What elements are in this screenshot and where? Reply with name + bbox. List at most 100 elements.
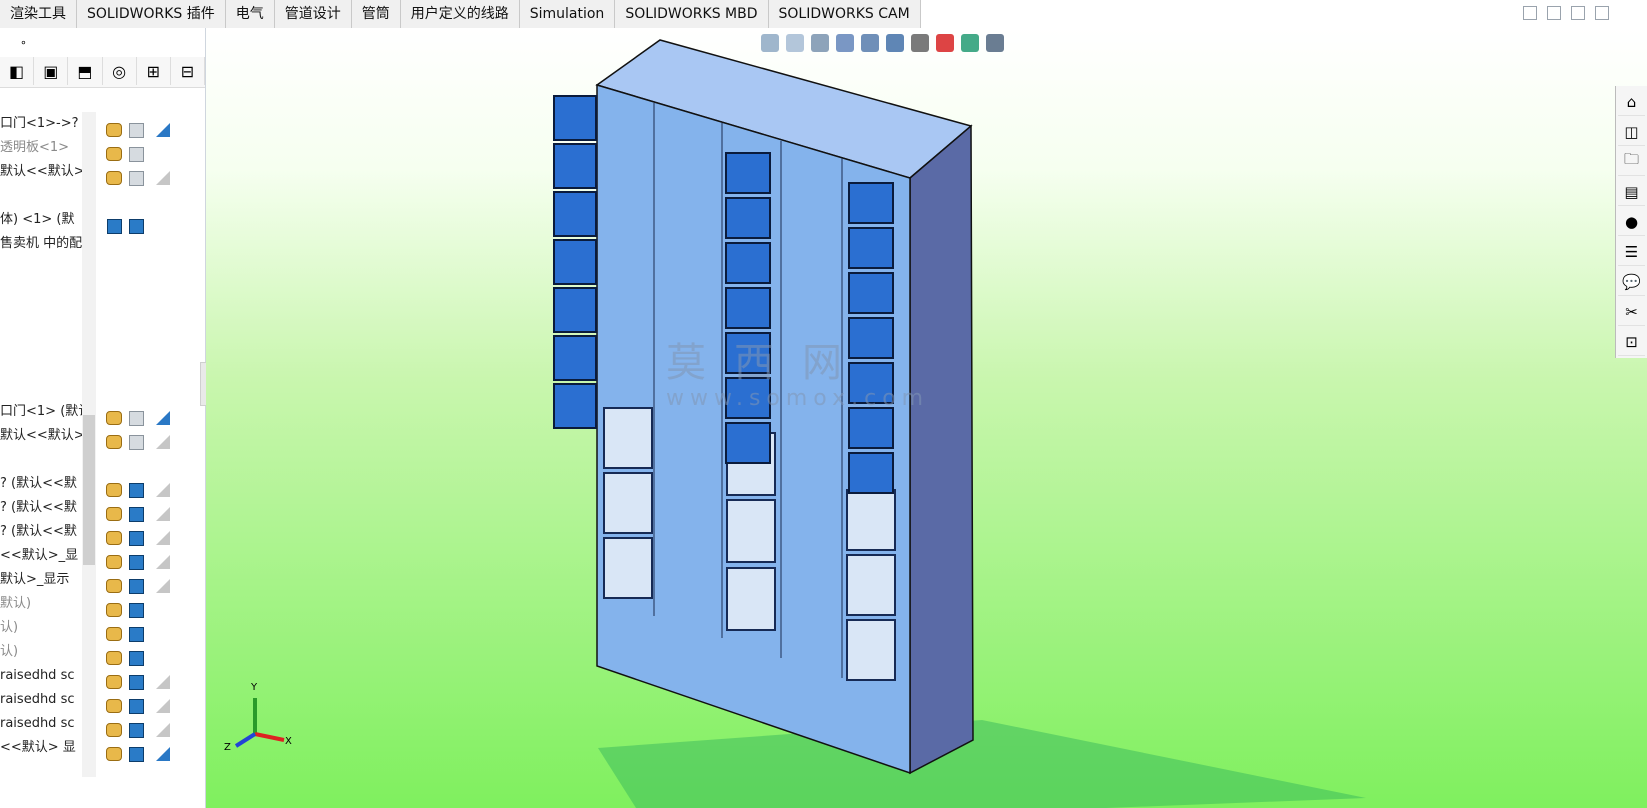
watermark-url: www.somox.com: [666, 386, 930, 411]
tree-icon-cell: [152, 142, 174, 166]
tree-icon-cell: [103, 310, 125, 334]
tree-icon-cell: [125, 742, 147, 766]
ribbon-tab-7[interactable]: SOLIDWORKS MBD: [615, 0, 769, 28]
state-icon: [156, 507, 170, 521]
cabinet-model: [553, 39, 1366, 808]
state-icon: [156, 123, 170, 137]
tree-icon-cell: [103, 214, 125, 238]
component-icon: [106, 699, 122, 713]
tree-icon-cell: [103, 262, 125, 286]
task-pane-icon-8[interactable]: ⊡: [1618, 328, 1645, 356]
graphics-area[interactable]: 莫西网 www.somox.com Y X Z ⌂ ◫ 🗀 ▤ ● ☰ 💬 ✂ ⊡: [206, 28, 1647, 808]
tree-icon-cell: [152, 406, 174, 430]
tree-icon-cell: [103, 166, 125, 190]
tree-icon-cell: [152, 238, 174, 262]
component-icon: [128, 674, 144, 690]
watermark: 莫西网: [666, 340, 870, 386]
tree-icon-cell: [152, 166, 174, 190]
minimize-button[interactable]: [1523, 6, 1537, 20]
tree-icon-cell: [103, 742, 125, 766]
task-pane-icon-5[interactable]: ☰: [1618, 238, 1645, 266]
panel-tab-icon-0[interactable]: ◧: [0, 57, 35, 85]
tree-icon-cell: [103, 574, 125, 598]
tree-icon-cell: [103, 550, 125, 574]
component-icon: [128, 650, 144, 666]
state-icon: [156, 171, 170, 185]
state-icon: [156, 483, 170, 497]
tree-icon-cell: [152, 190, 174, 214]
ribbon-tab-1[interactable]: SOLIDWORKS 插件: [77, 0, 226, 28]
tree-icon-cell: [125, 550, 147, 574]
task-pane-icon-1[interactable]: ◫: [1618, 118, 1645, 146]
state-icon: [156, 675, 170, 689]
tree-icon-cell: [152, 622, 174, 646]
panel-tab-icon-5[interactable]: ⊟: [171, 57, 206, 85]
tree-icon-cell: [152, 526, 174, 550]
component-icon: [128, 626, 144, 642]
task-pane-icon-2[interactable]: 🗀: [1618, 148, 1645, 176]
tree-icon-cell: [152, 694, 174, 718]
task-pane-icon-0[interactable]: ⌂: [1618, 88, 1645, 116]
maximize-button[interactable]: [1571, 6, 1585, 20]
task-pane-icon-7[interactable]: ✂: [1618, 298, 1645, 326]
component-icon: [106, 603, 122, 617]
ribbon-tab-2[interactable]: 电气: [226, 0, 275, 28]
state-icon: [156, 555, 170, 569]
component-icon: [128, 218, 144, 234]
state-icon: [156, 411, 170, 425]
close-button[interactable]: [1595, 6, 1609, 20]
tree-icon-cell: [103, 646, 125, 670]
panel-tab-icon-2[interactable]: ⬒: [68, 57, 103, 85]
tree-icon-cell: [152, 550, 174, 574]
ribbon-tabs: 渲染工具 SOLIDWORKS 插件 电气 管道设计 管筒 用户定义的线路 Simulati…: [0, 0, 921, 29]
task-pane-icon-3[interactable]: ▤: [1618, 178, 1645, 206]
tree-icon-cell: [152, 262, 174, 286]
component-icon: [106, 171, 122, 185]
task-pane: ⌂ ◫ 🗀 ▤ ● ☰ 💬 ✂ ⊡: [1615, 86, 1647, 358]
task-pane-icon-4[interactable]: ●: [1618, 208, 1645, 236]
component-icon: [106, 123, 122, 137]
component-icon: [106, 435, 122, 449]
state-icon: [156, 699, 170, 713]
task-pane-icon-6[interactable]: 💬: [1618, 268, 1645, 296]
axis-z-label: Z: [224, 742, 231, 753]
tree-icon-cell: [152, 598, 174, 622]
ribbon-tab-3[interactable]: 管道设计: [275, 0, 352, 28]
component-icon: [106, 218, 122, 234]
tree-icon-cell: [152, 310, 174, 334]
ribbon-tab-6[interactable]: Simulation: [520, 0, 616, 28]
component-icon: [128, 146, 144, 162]
tree-icon-cell: [152, 718, 174, 742]
tree-icon-cell: [103, 478, 125, 502]
component-icon: [128, 530, 144, 546]
panel-tab-icon-4[interactable]: ⊞: [137, 57, 171, 85]
state-icon: [156, 579, 170, 593]
tree-icon-cell: [103, 430, 125, 454]
tree-icon-cell: [103, 358, 125, 382]
tree-icon-cell: [152, 454, 174, 478]
tree-icon-cell: [125, 310, 147, 334]
tree-icon-cell: [125, 646, 147, 670]
ribbon-tab-0[interactable]: 渲染工具: [0, 0, 77, 28]
tree-icon-cell: [125, 430, 147, 454]
tree-icon-cell: [152, 646, 174, 670]
tree-icon-cell: [125, 526, 147, 550]
scroll-thumb[interactable]: [83, 415, 95, 565]
ribbon-tab-8[interactable]: SOLIDWORKS CAM: [769, 0, 921, 28]
component-icon: [106, 483, 122, 497]
component-icon: [128, 578, 144, 594]
tree-icon-cell: [125, 574, 147, 598]
tree-scrollbar[interactable]: [82, 112, 96, 777]
tree-icon-cell: [125, 718, 147, 742]
component-icon: [106, 507, 122, 521]
tree-icon-cell: [103, 334, 125, 358]
tree-icon-cell: [103, 526, 125, 550]
ribbon-tab-4[interactable]: 管筒: [352, 0, 401, 28]
ribbon-tab-5[interactable]: 用户定义的线路: [401, 0, 520, 28]
tree-icon-cell: [152, 286, 174, 310]
panel-tab-icon-1[interactable]: ▣: [34, 57, 69, 85]
axis-x-label: X: [285, 736, 292, 747]
restore-button[interactable]: [1547, 6, 1561, 20]
component-icon: [128, 554, 144, 570]
panel-tab-icon-3[interactable]: ◎: [103, 57, 137, 85]
